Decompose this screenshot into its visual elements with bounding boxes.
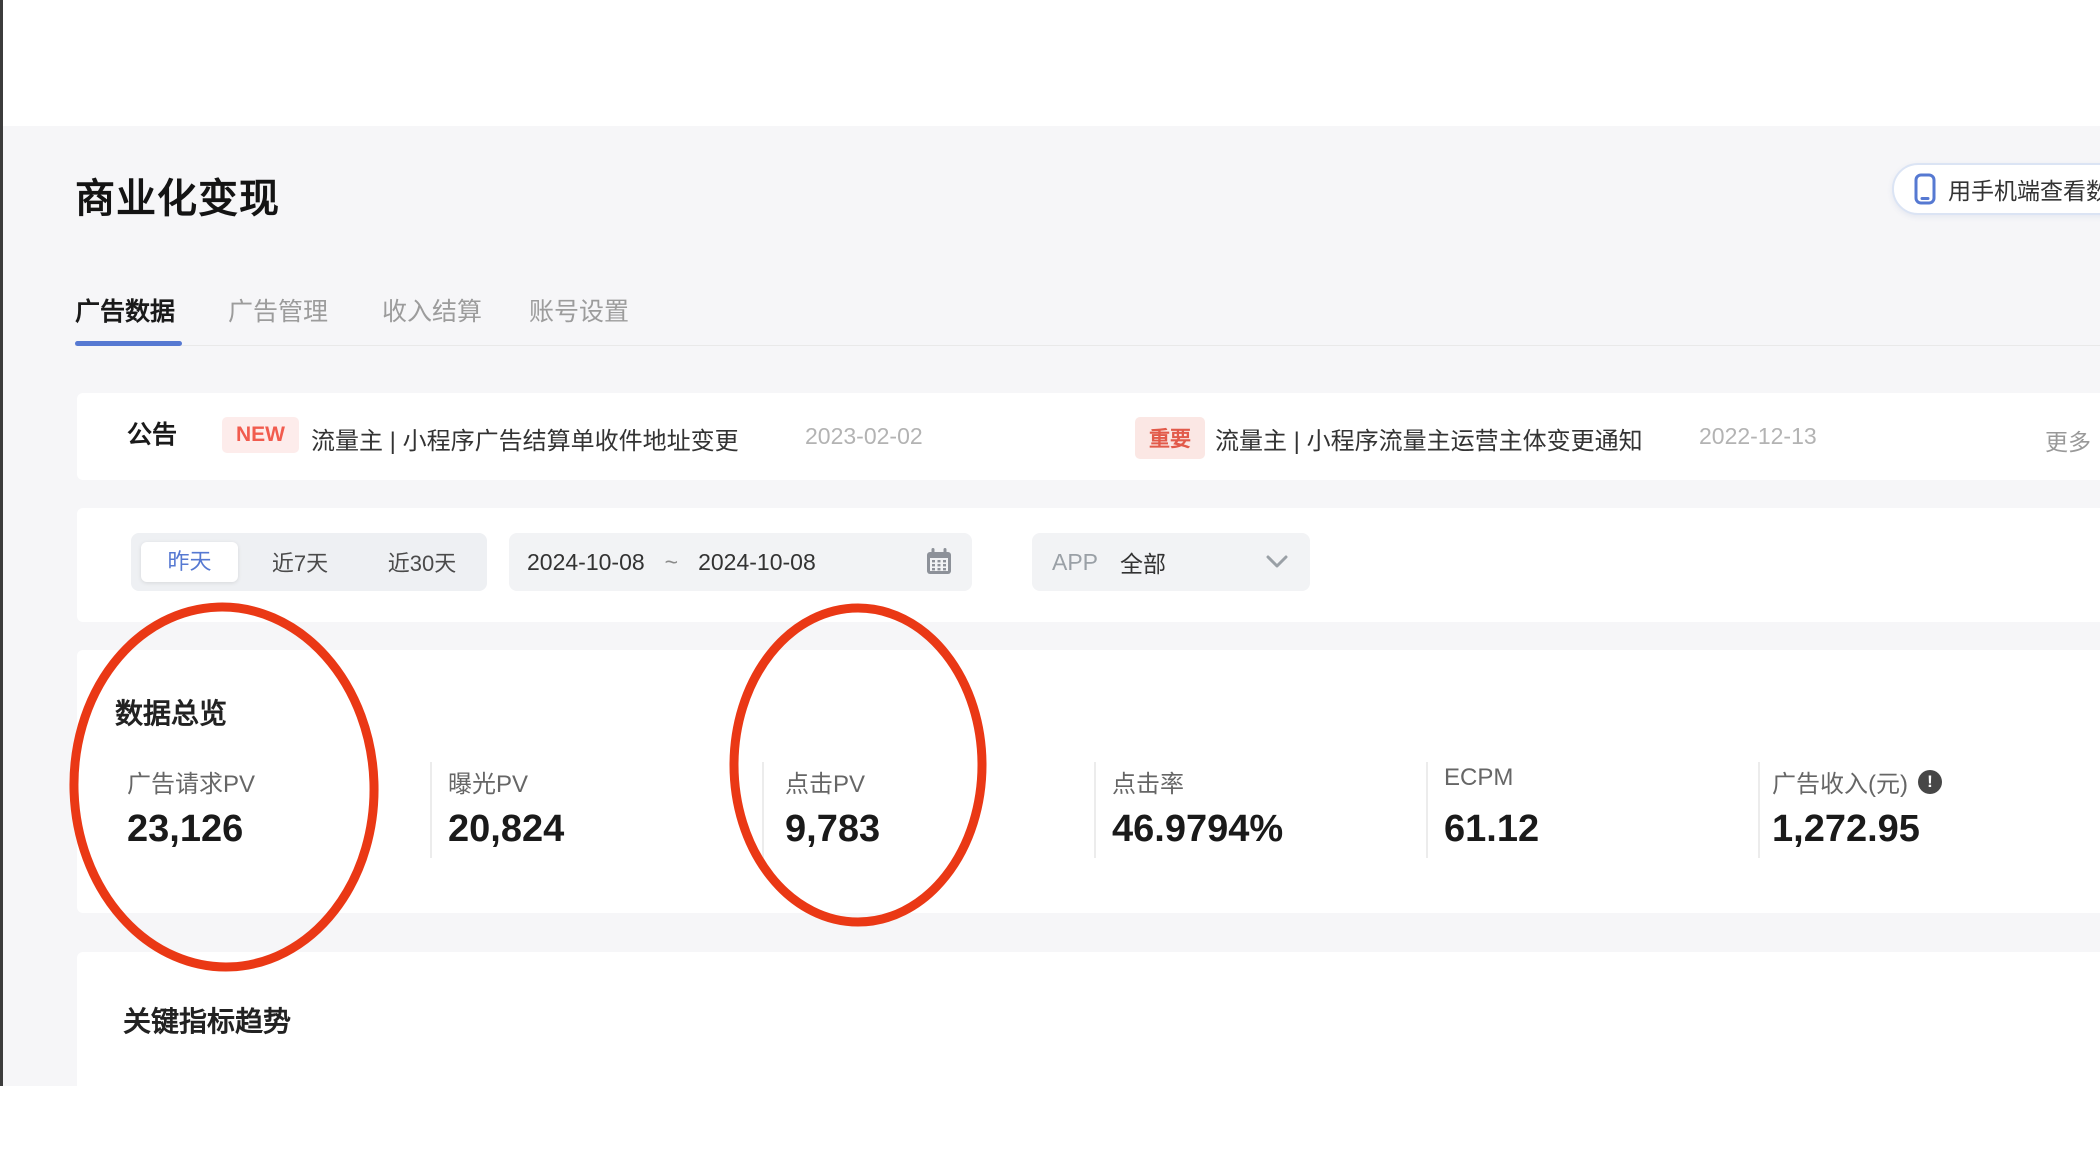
badge-important: 重要 [1135, 417, 1205, 459]
metric-label: ECPM [1444, 764, 1514, 791]
calendar-icon[interactable] [924, 547, 954, 577]
tab-revenue-settlement[interactable]: 收入结算 [382, 292, 482, 328]
tab-account-settings[interactable]: 账号设置 [529, 292, 629, 328]
metric-value: 1,272.95 [1772, 808, 1920, 850]
active-tab-underline [75, 341, 182, 346]
date-range-segmented-control: 昨天 近7天 近30天 [131, 533, 487, 591]
metric-value: 23,126 [127, 808, 244, 850]
range-option-30days[interactable]: 近30天 [362, 546, 482, 578]
phone-icon [1914, 173, 1936, 205]
announcement-bar: 公告 NEW 流量主 | 小程序广告结算单收件地址变更 2023-02-02 重… [77, 393, 2100, 480]
metric-divider [1094, 762, 1096, 858]
app-filter-value: 全部 [1120, 551, 1167, 577]
monetization-dashboard: 商业化变现 用手机端查看数据 广告数据 广告管理 收入结算 账号设置 公告 NE… [0, 0, 2100, 1156]
view-on-phone-button[interactable]: 用手机端查看数据 [1892, 163, 2100, 215]
info-icon[interactable]: ! [1917, 769, 1942, 794]
key-metric-trend-card: 关键指标趋势 [77, 952, 2100, 1156]
announcement-label: 公告 [127, 421, 178, 449]
metric-value: 20,824 [448, 808, 565, 850]
metric-label: 点击率 [1112, 771, 1184, 798]
date-end-value[interactable]: 2024-10-08 [698, 549, 816, 576]
range-option-yesterday[interactable]: 昨天 [141, 542, 238, 582]
announcement-date-2: 2022-12-13 [1699, 423, 1817, 449]
metric-divider [430, 762, 432, 858]
announcement-link-1[interactable]: 流量主 | 小程序广告结算单收件地址变更 [311, 421, 739, 456]
overview-heading: 数据总览 [115, 698, 228, 729]
metric-divider [762, 762, 764, 858]
date-separator: ~ [664, 548, 679, 575]
metric-label: 点击PV [785, 771, 866, 798]
metric-value: 61.12 [1444, 808, 1540, 850]
chevron-down-icon [1264, 553, 1290, 571]
metric-label: 广告收入(元) [1772, 771, 1908, 798]
app-filter-dropdown[interactable]: APP 全部 [1032, 533, 1310, 591]
trend-heading: 关键指标趋势 [123, 1006, 292, 1037]
tabbar-divider [75, 345, 2100, 346]
announcement-more-link[interactable]: 更多 [2045, 423, 2091, 457]
filter-bar: 昨天 近7天 近30天 2024-10-08 ~ 2024-10-08 APP … [77, 508, 2100, 622]
tab-ad-management[interactable]: 广告管理 [228, 292, 328, 328]
metric-label: 曝光PV [448, 771, 529, 798]
tab-ad-data[interactable]: 广告数据 [75, 292, 175, 328]
view-on-phone-label: 用手机端查看数据 [1948, 178, 2100, 204]
announcement-date-1: 2023-02-02 [805, 423, 923, 449]
page-title: 商业化变现 [75, 177, 280, 221]
data-overview-card: 数据总览 广告请求PV 23,126 曝光PV 20,824 点击PV 9,78… [77, 650, 2100, 913]
metric-value: 9,783 [785, 808, 881, 850]
range-option-7days[interactable]: 近7天 [238, 546, 362, 578]
announcement-link-2[interactable]: 流量主 | 小程序流量主运营主体变更通知 [1215, 421, 1643, 456]
metric-divider [1426, 762, 1428, 858]
badge-new: NEW [222, 417, 299, 453]
metric-value: 46.9794% [1112, 808, 1284, 850]
date-start-value[interactable]: 2024-10-08 [527, 549, 645, 576]
date-range-picker[interactable]: 2024-10-08 ~ 2024-10-08 [509, 533, 972, 591]
metric-divider [1758, 762, 1760, 858]
metric-label: 广告请求PV [127, 771, 256, 798]
app-filter-label: APP [1052, 548, 1099, 575]
